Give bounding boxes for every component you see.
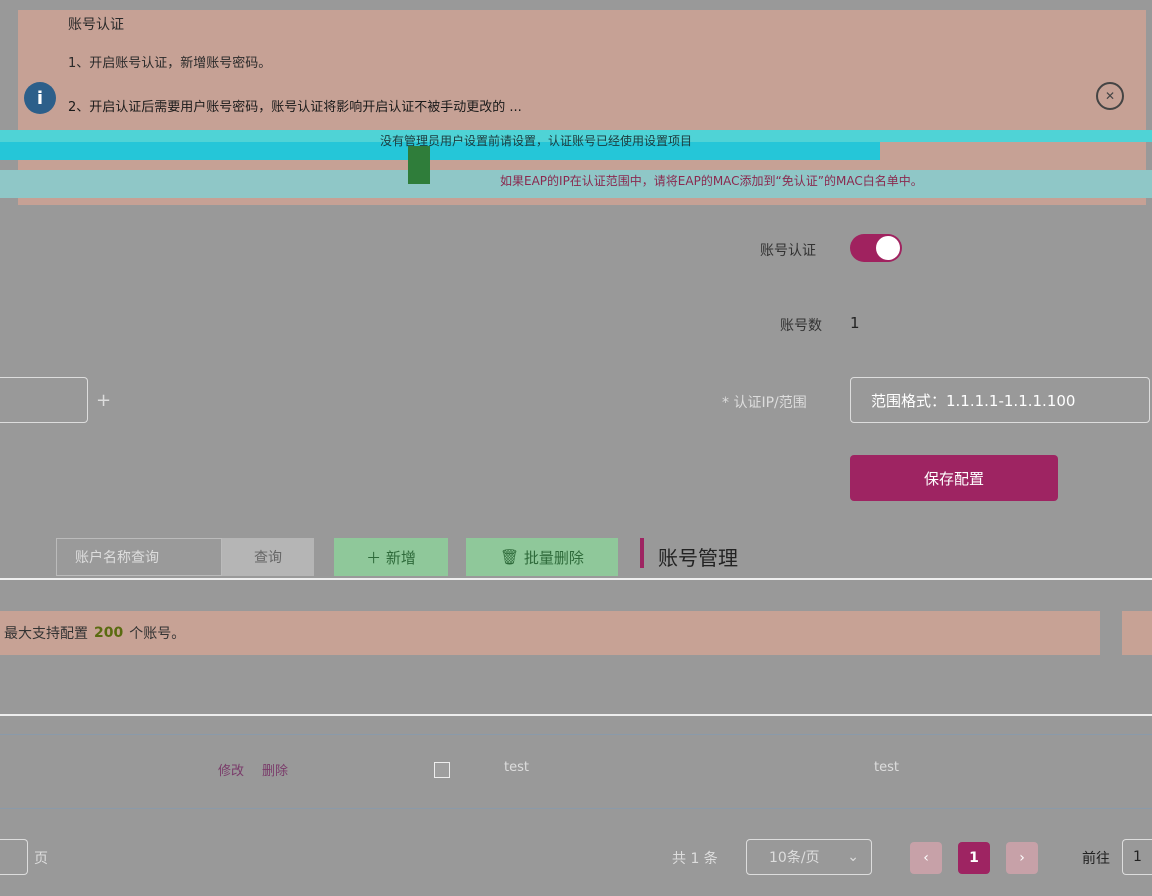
extra-ip-input[interactable] [0,377,88,423]
divider [0,578,1152,580]
ip-range-input[interactable]: 范围格式：1.1.1.1-1.1.1.100 [850,377,1150,423]
add-button[interactable]: ＋ 新增 [334,538,448,576]
chevron-down-icon: ⌄ [847,849,859,865]
page-button-current[interactable]: 1 [958,842,990,874]
password-cell: test [874,760,899,775]
notice-title: 账号认证 [68,17,124,33]
save-config-button[interactable]: 保存配置 [850,455,1058,501]
table-header [0,690,1152,716]
notice-line-1: 1、开启账号认证，新增账号密码。 [68,56,272,71]
trash-icon: 🗑 [500,548,524,566]
next-page-button[interactable]: › [1006,842,1038,874]
account-auth-toggle[interactable] [850,234,902,262]
info-count: 200 [94,625,124,641]
page-unit-label: 页 [34,851,48,867]
table-row: 修改 删除 test test [0,760,1152,784]
account-count-label: 账号数 [780,318,822,334]
toggle-knob [876,236,900,260]
prev-page-button[interactable]: ‹ [910,842,942,874]
add-button-label: 新增 [385,548,416,567]
ip-range-label: * 认证IP/范围 [722,395,807,411]
edit-link[interactable]: 修改 [218,760,244,779]
page-jump-input[interactable] [0,839,28,875]
account-search-input[interactable]: 账户名称查询 [56,538,222,576]
pager-total: 共 1 条 [672,851,718,867]
bulk-delete-button[interactable]: 🗑 批量删除 [466,538,618,576]
bulk-delete-label: 批量删除 [523,548,584,567]
section-title: 账号管理 [658,546,738,570]
goto-page-input[interactable]: 1 [1122,839,1152,875]
delete-link[interactable]: 删除 [262,760,288,779]
account-auth-label: 账号认证 [760,243,816,259]
notice-line-2: 2、开启认证后需要用户账号密码，账号认证将影响开启认证不被手动更改的 ... [68,100,522,115]
info-suffix: 个账号。 [129,626,186,642]
render-artifact-bar [408,146,430,184]
info-prefix: 最大支持配置 [4,626,88,642]
info-bar-close[interactable] [1122,611,1152,655]
row-checkbox[interactable] [434,762,450,778]
section-title-marker [640,538,644,568]
info-bar: 最大支持配置 200 个账号。 [0,611,1100,655]
close-icon[interactable]: ✕ [1096,82,1124,110]
info-icon: i [24,82,56,114]
query-button[interactable]: 查询 [222,538,314,576]
notice-line-4: 如果EAP的IP在认证范围中，请将EAP的MAC添加到“免认证”的MAC白名单中… [500,174,923,188]
goto-label: 前往 [1082,851,1110,867]
account-name-cell: test [504,760,529,775]
plus-icon[interactable]: + [96,390,111,411]
divider [0,808,1152,809]
page-size-value: 10条/页 [769,850,820,866]
account-count-value: 1 [850,314,860,332]
divider [0,734,1152,735]
plus-icon: ＋ [366,548,386,567]
page-size-select[interactable]: 10条/页 ⌄ [746,839,872,875]
